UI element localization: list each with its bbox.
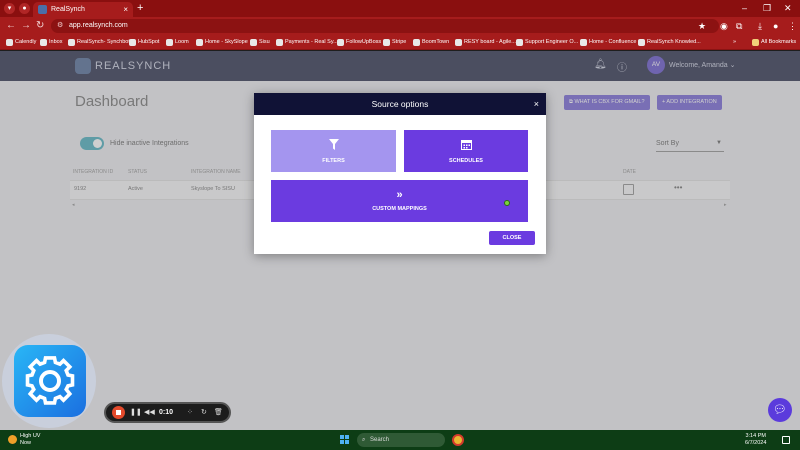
bookmark-item[interactable]: Home - SkySlope <box>196 37 248 48</box>
site-info-icon[interactable]: ⚙ <box>57 19 63 33</box>
bookmark-item[interactable]: Home - Confluence <box>580 37 636 48</box>
bookmark-item[interactable]: Payments - Real Sy... <box>276 37 338 48</box>
bookmark-favicon-icon <box>40 39 47 46</box>
taskbar-search[interactable]: ⌕ Search <box>357 433 445 447</box>
bookmark-favicon-icon <box>337 39 344 46</box>
back-icon[interactable]: ← <box>6 20 16 32</box>
double-chevron-right-icon: » <box>396 189 403 201</box>
app-page: REALSYNCH 🔔︎ ⓘ AV Welcome, Amanda ⌄ Dash… <box>0 51 800 430</box>
browser-tab-bar: ▾ ● RealSynch × + – ❐ ✕ <box>0 0 800 17</box>
window-close-icon[interactable]: ✕ <box>784 2 792 15</box>
bookmark-favicon-icon <box>580 39 587 46</box>
menu-dots-icon[interactable]: ⋮ <box>788 20 797 32</box>
bookmark-item[interactable]: RealSynch- Synchbot <box>68 37 130 48</box>
reload-icon[interactable]: ↻ <box>36 20 44 32</box>
rewind-icon[interactable]: ◀◀ <box>144 407 155 418</box>
modal-header: Source options × <box>254 93 546 115</box>
close-button[interactable]: CLOSE <box>489 231 535 245</box>
browser-tab-title: RealSynch <box>51 6 85 13</box>
filter-icon <box>271 139 396 153</box>
bookmark-item[interactable]: FollowUpBoss <box>337 37 381 48</box>
bookmark-favicon-icon <box>276 39 283 46</box>
windows-taskbar: High UV Now ⌕ Search 3:14 PM 6/7/2024 <box>0 430 800 450</box>
mouse-cursor-icon <box>504 200 510 206</box>
chat-support-button[interactable]: 💬︎ <box>768 398 792 422</box>
bookmark-item[interactable]: RealSynch Knowled... <box>638 37 701 48</box>
bookmark-favicon-icon <box>516 39 523 46</box>
browser-toolbar: ← → ↻ ⚙ app.realsynch.com ★ ◉ ⧉ ⤓ ● ⋮ <box>0 17 800 35</box>
bookmark-item[interactable]: Sisu <box>250 37 270 48</box>
bookmark-item[interactable]: RESY board - Agile... <box>455 37 516 48</box>
realsynch-favicon-icon <box>38 5 47 14</box>
search-icon: ⌕ <box>362 437 366 443</box>
weather-sun-icon[interactable] <box>8 435 17 444</box>
notification-icon[interactable] <box>782 436 790 444</box>
profile-icon[interactable]: ● <box>19 3 30 14</box>
maximize-icon[interactable]: ❐ <box>763 2 771 15</box>
weather-widget[interactable]: High UV Now <box>20 433 40 446</box>
chat-bubble-icon: 💬︎ <box>773 404 787 416</box>
new-tab-icon[interactable]: + <box>137 2 143 15</box>
windows-start-icon[interactable] <box>340 435 350 445</box>
all-bookmarks-button[interactable]: All Bookmarks <box>752 37 796 48</box>
bookmark-item[interactable]: BoomTown <box>413 37 449 48</box>
bookmark-item[interactable]: Support Engineer O... <box>516 37 578 48</box>
bookmark-favicon-icon <box>455 39 462 46</box>
bookmark-star-icon[interactable]: ★ <box>698 20 706 32</box>
bookmark-favicon-icon <box>383 39 390 46</box>
bookmark-favicon-icon <box>250 39 257 46</box>
close-icon[interactable]: × <box>534 93 539 115</box>
bookmark-favicon-icon <box>68 39 75 46</box>
calendar-icon <box>404 139 528 153</box>
tab-search-icon[interactable]: ▾ <box>4 3 15 14</box>
bookmark-favicon-icon <box>166 39 173 46</box>
custom-mappings-option-button[interactable]: » CUSTOM MAPPINGS <box>271 180 528 222</box>
bookmarks-bar: Calendly Inbox RealSynch- Synchbot HubSp… <box>0 35 800 50</box>
bookmark-favicon-icon <box>413 39 420 46</box>
bookmark-favicon-icon <box>129 39 136 46</box>
stop-recording-button[interactable] <box>112 406 125 419</box>
gear-icon <box>25 356 75 405</box>
trash-icon[interactable]: 🗑︎ <box>214 407 223 418</box>
chrome-taskbar-icon[interactable] <box>452 434 464 446</box>
tab-close-icon[interactable]: × <box>123 2 128 17</box>
bookmark-item[interactable]: Stripe <box>383 37 406 48</box>
download-icon[interactable]: ⤓ <box>758 20 762 32</box>
restart-icon[interactable]: ↻ <box>201 407 207 418</box>
bookmark-item[interactable]: HubSpot <box>129 37 159 48</box>
extension-icon[interactable]: ◉ <box>720 20 728 32</box>
modal-title: Source options <box>371 99 429 109</box>
bookmark-favicon-icon <box>6 39 13 46</box>
bookmark-favicon-icon <box>196 39 203 46</box>
minimize-icon[interactable]: – <box>742 2 747 15</box>
browser-tab[interactable]: RealSynch × <box>33 2 133 17</box>
address-bar[interactable]: ⚙ app.realsynch.com <box>51 19 719 33</box>
bookmark-favicon-icon <box>638 39 645 46</box>
folder-icon <box>752 39 759 46</box>
source-options-modal: Source options × FILTERS SCHEDULES » CUS… <box>254 93 546 254</box>
drag-handle-icon[interactable]: ⁘ <box>187 407 193 418</box>
forward-icon[interactable]: → <box>21 20 31 32</box>
profile-avatar-icon[interactable]: ● <box>773 20 778 32</box>
schedules-option-button[interactable]: SCHEDULES <box>404 130 528 172</box>
recording-time: 0:10 <box>159 409 174 416</box>
bookmark-item[interactable]: Loom <box>166 37 189 48</box>
stop-icon <box>116 410 121 415</box>
bookmarks-overflow-icon[interactable]: » <box>733 37 736 48</box>
system-clock[interactable]: 3:14 PM 6/7/2024 <box>745 433 766 447</box>
extensions-puzzle-icon[interactable]: ⧉ <box>736 20 742 32</box>
filters-option-button[interactable]: FILTERS <box>271 130 396 172</box>
url-text: app.realsynch.com <box>69 22 128 29</box>
bookmark-item[interactable]: Inbox <box>40 37 62 48</box>
pause-icon[interactable]: ❚❚ <box>130 407 142 418</box>
bookmark-item[interactable]: Calendly <box>6 37 36 48</box>
